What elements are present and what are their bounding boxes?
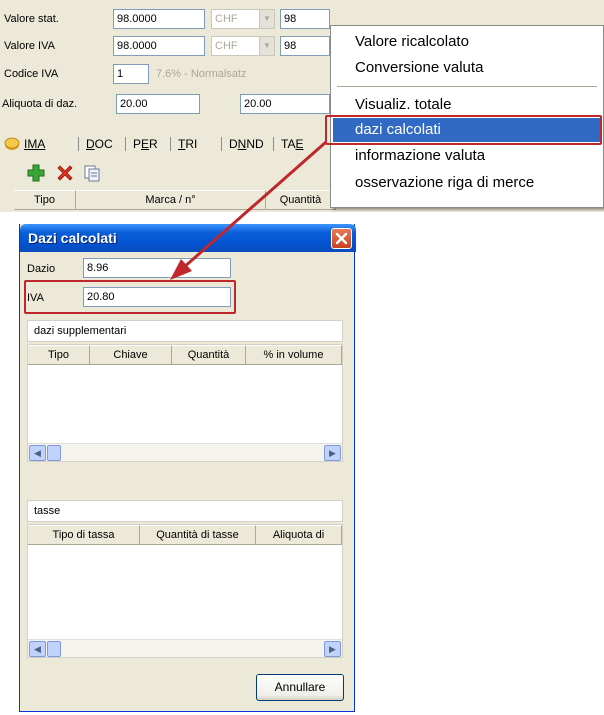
scroll-left-icon[interactable]: ◀ (29, 641, 46, 657)
valore-iva-label: Valore IVA (4, 40, 55, 52)
chevron-down-icon[interactable]: ▼ (259, 37, 274, 55)
copy-icon[interactable] (82, 163, 102, 183)
grid-col-tipo[interactable]: Tipo (14, 190, 76, 210)
chevron-down-icon[interactable]: ▼ (259, 10, 274, 28)
menu-item-valore-ricalcolato[interactable]: Valore ricalcolato (355, 31, 469, 53)
tab-ima[interactable]: IMA (18, 132, 51, 156)
aliquota-label: Aliquota di daz. (2, 98, 78, 110)
tab-tri[interactable]: TRI (172, 132, 203, 156)
menu-item-osservazione-riga[interactable]: osservazione riga di merce (355, 172, 534, 194)
menu-item-informazione-valuta[interactable]: informazione valuta (355, 145, 485, 167)
col-volume[interactable]: % in volume (246, 345, 342, 365)
scroll-right-icon[interactable]: ▶ (324, 445, 341, 461)
col-tipo-tassa[interactable]: Tipo di tassa (28, 525, 140, 545)
tab-separator (125, 137, 126, 151)
delete-icon[interactable] (55, 163, 75, 183)
codice-iva-label: Codice IVA (4, 68, 59, 80)
tab-separator (273, 137, 274, 151)
tab-doc[interactable]: DOC (80, 132, 119, 156)
valore-iva-currency-value: CHF (215, 40, 238, 52)
aliquota-input[interactable]: 20.00 (116, 94, 200, 114)
valore-stat-input[interactable]: 98.0000 (113, 9, 205, 29)
col-quantita-tasse[interactable]: Quantità di tasse (140, 525, 256, 545)
tasse-list[interactable]: Tipo di tassa Quantità di tasse Aliquota… (27, 524, 343, 658)
valore-iva-input[interactable]: 98.0000 (113, 36, 205, 56)
annotation-frame-iva (24, 280, 236, 314)
grid-col-quantita[interactable]: Quantità (266, 190, 336, 210)
menu-item-conversione-valuta[interactable]: Conversione valuta (355, 57, 483, 79)
valore-iva-currency-select[interactable]: CHF ▼ (211, 36, 275, 56)
tab-per[interactable]: PER (127, 132, 164, 156)
tab-separator (170, 137, 171, 151)
tab-dnnd[interactable]: DNND (223, 132, 270, 156)
supplementari-list[interactable]: Tipo Chiave Quantità % in volume ◀ ▶ (27, 344, 343, 462)
tab-tae[interactable]: TAE (275, 132, 309, 156)
scroll-thumb[interactable] (47, 445, 61, 461)
close-icon[interactable] (331, 228, 352, 249)
valore-stat-label: Valore stat. (4, 13, 59, 25)
col-aliquota[interactable]: Aliquota di (256, 525, 342, 545)
scroll-left-icon[interactable]: ◀ (29, 445, 46, 461)
tasse-header: tasse (27, 500, 343, 522)
tab-bar: IMA DOC PER TRI DNND TAE (0, 132, 330, 156)
supplementari-label: dazi supplementari (34, 325, 127, 337)
menu-item-visualiz-totale[interactable]: Visualiz. totale (355, 94, 451, 116)
tasse-label: tasse (34, 505, 61, 517)
col-tipo[interactable]: Tipo (28, 345, 90, 365)
tab-separator (78, 137, 79, 151)
col-quantita[interactable]: Quantità (172, 345, 246, 365)
tab-separator (221, 137, 222, 151)
scroll-thumb[interactable] (47, 641, 61, 657)
dazio-field: 8.96 (83, 258, 231, 278)
codice-iva-description: 7.6% - Normalsatz (156, 68, 247, 80)
dazio-label: Dazio (27, 263, 56, 275)
codice-iva-input[interactable]: 1 (113, 64, 149, 84)
menu-separator (337, 86, 597, 87)
supplementari-scrollbar[interactable]: ◀ ▶ (28, 443, 342, 461)
supplementari-header: dazi supplementari (27, 320, 343, 342)
valore-stat-rate-input[interactable]: 98 (280, 9, 330, 29)
valore-iva-rate-input[interactable]: 98 (280, 36, 330, 56)
aliquota-secondary-input[interactable]: 20.00 (240, 94, 330, 114)
add-icon[interactable] (26, 163, 46, 183)
dialog-title: Dazi calcolati (28, 230, 117, 246)
dialog-titlebar[interactable]: Dazi calcolati (20, 224, 356, 252)
tasse-scrollbar[interactable]: ◀ ▶ (28, 639, 342, 657)
annotation-frame-menu (325, 115, 602, 145)
valore-stat-currency-select[interactable]: CHF ▼ (211, 9, 275, 29)
valore-stat-currency-value: CHF (215, 13, 238, 25)
cancel-button[interactable]: Annullare (256, 674, 344, 701)
col-chiave[interactable]: Chiave (90, 345, 172, 365)
scroll-right-icon[interactable]: ▶ (324, 641, 341, 657)
grid-col-marca[interactable]: Marca / n° (76, 190, 266, 210)
